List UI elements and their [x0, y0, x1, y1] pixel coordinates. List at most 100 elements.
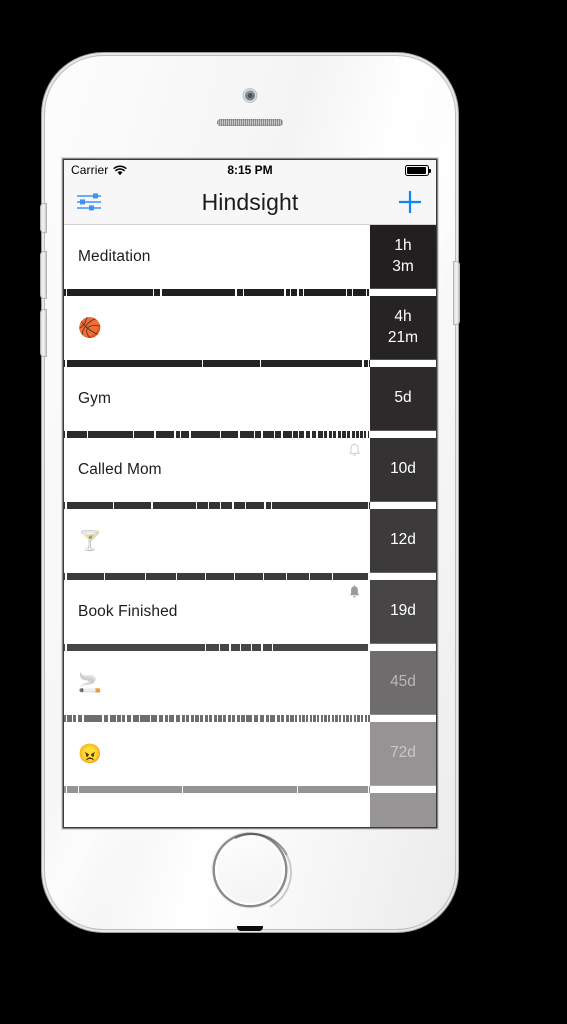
badge-line: 72d — [390, 744, 416, 762]
timeline-tick — [337, 715, 339, 722]
timeline-tick — [285, 573, 288, 580]
timeline-tick — [120, 715, 122, 722]
timeline-tick — [235, 715, 237, 722]
timeline-tick — [250, 644, 253, 651]
badge-line: 4h — [394, 308, 412, 326]
battery-fill — [407, 166, 426, 174]
entry-content[interactable]: 🚬 — [64, 651, 370, 715]
timeline-tick — [65, 289, 67, 296]
timeline-tick — [131, 715, 133, 722]
list-item[interactable]: 😠 72d — [64, 722, 436, 793]
elapsed-time-badge[interactable]: 1h 3m — [370, 225, 436, 289]
entry-row[interactable]: Book Finished 19d — [64, 580, 436, 644]
timeline-tick — [293, 715, 295, 722]
timeline-tick — [65, 431, 67, 438]
elapsed-time-badge[interactable]: 72d — [370, 722, 436, 786]
timeline-tick — [71, 715, 74, 722]
list-item[interactable]: Book Finished 19d — [64, 580, 436, 651]
list-item[interactable]: Meditation 1h 3m — [64, 225, 436, 296]
timeline-tick — [326, 715, 328, 722]
list-item[interactable]: 🚬 45d — [64, 651, 436, 722]
timeline-tick — [300, 715, 303, 722]
timeline-tick — [367, 360, 369, 367]
timeline-strip-pad — [370, 786, 436, 793]
timeline-tick — [358, 431, 361, 438]
elapsed-time-badge[interactable]: 45d — [370, 651, 436, 715]
entry-list[interactable]: Meditation 1h 3m 🏀 4h 21m Gym 5d Called Mom 10d 🍸 1… — [64, 225, 436, 827]
entry-content[interactable]: Meditation — [64, 225, 370, 289]
timeline-tick — [239, 715, 242, 722]
timeline-tick — [264, 715, 266, 722]
wifi-icon — [113, 165, 128, 175]
volume-up-button[interactable] — [41, 252, 46, 298]
silent-switch[interactable] — [41, 204, 46, 232]
entry-row[interactable]: Meditation 1h 3m — [64, 225, 436, 289]
entry-content[interactable]: 🏀 — [64, 296, 370, 360]
elapsed-time-badge[interactable] — [370, 793, 436, 827]
entry-content[interactable]: Called Mom — [64, 438, 370, 502]
power-button[interactable] — [454, 262, 459, 324]
list-item[interactable]: Gym 5d — [64, 367, 436, 438]
history-timeline-strip — [64, 573, 436, 580]
bell-filled-icon[interactable] — [348, 585, 361, 600]
page-title: Hindsight — [201, 188, 299, 215]
home-button[interactable] — [215, 835, 285, 905]
entry-content[interactable]: Book Finished — [64, 580, 370, 644]
timeline-tick — [203, 715, 205, 722]
timeline-tick — [363, 715, 365, 722]
entry-content[interactable]: 😠 — [64, 722, 370, 786]
timeline-track — [64, 573, 370, 580]
list-item[interactable]: 🍸 12d — [64, 509, 436, 580]
entry-row[interactable]: 🍸 12d — [64, 509, 436, 573]
timeline-tick — [331, 573, 334, 580]
badge-line: 45d — [390, 673, 416, 691]
elapsed-time-badge[interactable]: 19d — [370, 580, 436, 644]
earpiece-speaker-icon — [217, 119, 283, 126]
add-entry-button[interactable] — [396, 188, 424, 216]
elapsed-time-badge[interactable]: 12d — [370, 509, 436, 573]
entry-row[interactable]: Gym 5d — [64, 367, 436, 431]
timeline-tick — [168, 715, 170, 722]
history-timeline-strip — [64, 786, 436, 793]
timeline-tick — [108, 715, 110, 722]
entry-row[interactable]: 😠 72d — [64, 722, 436, 786]
timeline-tick — [304, 715, 306, 722]
entry-row[interactable]: Called Mom 10d — [64, 438, 436, 502]
elapsed-time-badge[interactable]: 4h 21m — [370, 296, 436, 360]
timeline-tick — [125, 715, 127, 722]
timeline-tick — [269, 715, 271, 722]
elapsed-time-badge[interactable]: 5d — [370, 367, 436, 431]
timeline-tick — [244, 502, 246, 509]
timeline-tick — [229, 644, 231, 651]
timeline-tick — [316, 431, 318, 438]
timeline-tick — [319, 715, 321, 722]
timeline-tick — [253, 431, 256, 438]
timeline-tick — [163, 715, 165, 722]
timeline-tick — [65, 715, 67, 722]
timeline-tick — [77, 786, 80, 793]
sliders-icon[interactable] — [76, 191, 102, 213]
timeline-tick — [102, 715, 104, 722]
timeline-tick — [297, 289, 299, 296]
timeline-tick — [184, 715, 187, 722]
phone-screen: Carrier 8:15 PM Hindsight Meditation 1h … — [64, 160, 436, 827]
timeline-tick — [348, 715, 350, 722]
entry-row[interactable]: 🚬 45d — [64, 651, 436, 715]
entry-row[interactable]: 🏀 4h 21m — [64, 296, 436, 360]
entry-content[interactable] — [64, 793, 370, 827]
entry-content[interactable]: Gym — [64, 367, 370, 431]
timeline-tick — [341, 715, 343, 722]
elapsed-time-badge[interactable]: 10d — [370, 438, 436, 502]
timeline-tick — [315, 715, 317, 722]
bell-outline-icon[interactable] — [348, 443, 361, 458]
list-item[interactable] — [64, 793, 436, 827]
entry-label: Called Mom — [78, 461, 162, 478]
volume-down-button[interactable] — [41, 310, 46, 356]
entry-row[interactable] — [64, 793, 436, 827]
timeline-tick — [198, 715, 201, 722]
list-item[interactable]: 🏀 4h 21m — [64, 296, 436, 367]
list-item[interactable]: Called Mom 10d — [64, 438, 436, 509]
timeline-tick — [258, 715, 260, 722]
timeline-tick — [298, 431, 300, 438]
entry-content[interactable]: 🍸 — [64, 509, 370, 573]
